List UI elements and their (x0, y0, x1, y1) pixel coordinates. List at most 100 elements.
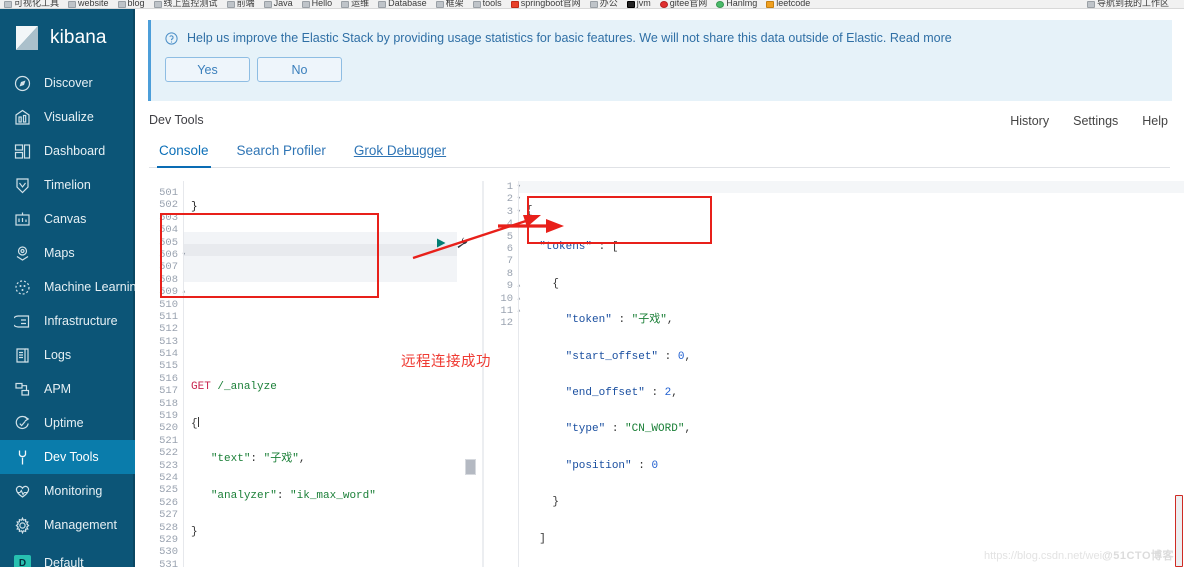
read-more-link[interactable]: Read more (890, 31, 952, 45)
bookmark-item[interactable]: website (68, 0, 109, 8)
bookmark-item[interactable]: 运维 (341, 0, 369, 8)
dev-tools-tabs: Console Search Profiler Grok Debugger (149, 141, 1170, 168)
line-number: 518 (159, 397, 178, 410)
line-number: 7 (506, 255, 513, 268)
line-number: 524 (159, 471, 178, 484)
bookmark-item[interactable]: Java (263, 0, 293, 8)
sidebar-item-apm[interactable]: APM (0, 372, 135, 406)
tab-search-profiler[interactable]: Search Profiler (235, 141, 328, 167)
line-number: 502 (159, 199, 178, 212)
question-circle-icon (165, 31, 178, 45)
tab-console[interactable]: Console (157, 141, 211, 168)
bookmark-item[interactable]: Hello (301, 0, 332, 8)
bookmark-workspace-item[interactable]: 导航到我的工作区 (1086, 0, 1169, 8)
sidebar-item-infrastructure[interactable]: Infrastructure (0, 304, 135, 338)
bookmark-item[interactable]: blog (117, 0, 145, 8)
telemetry-no-button[interactable]: No (257, 57, 342, 82)
sidebar-item-label: Management (44, 518, 117, 532)
line-number: 2▾ (485, 193, 521, 205)
bookmark-label: springboot官网 (520, 0, 581, 8)
line-number: 11▴ (485, 305, 521, 317)
map-pin-icon (14, 245, 31, 262)
spring-icon (510, 0, 519, 8)
line-number: 514 (159, 348, 178, 361)
code-line-508: "analyzer": "ik_max_word" (210, 489, 376, 502)
bookmark-item[interactable]: leetcode (766, 0, 810, 8)
bookmark-item[interactable]: 办公 (589, 0, 618, 8)
sidebar-item-discover[interactable]: Discover (0, 66, 135, 100)
line-number: 507 (159, 261, 178, 274)
space-avatar: D (14, 554, 31, 567)
resp-line-7: "type" : "CN_WORD", (565, 423, 692, 436)
wrench-icon[interactable] (456, 237, 468, 249)
sidebar-item-management[interactable]: Management (0, 508, 135, 542)
gitee-icon (659, 0, 668, 8)
bookmark-label: leetcode (776, 0, 811, 8)
bookmark-item[interactable]: gitee官网 (659, 0, 707, 8)
pane-divider (482, 181, 484, 567)
sidebar-item-canvas[interactable]: Canvas (0, 202, 135, 236)
sidebar-item-uptime[interactable]: Uptime (0, 406, 135, 440)
compass-icon (14, 75, 31, 92)
sidebar-item-machine-learning[interactable]: Machine Learning (0, 270, 135, 304)
bookmark-item[interactable]: 框架 (435, 0, 464, 8)
sidebar-item-dev-tools[interactable]: Dev Tools (0, 440, 135, 474)
history-button[interactable]: History (1010, 114, 1049, 128)
bookmark-item[interactable]: 前端 (226, 0, 255, 8)
canvas-icon (14, 211, 31, 228)
bookmark-label: Database (388, 0, 427, 8)
banner-actions: Yes No (165, 57, 1158, 82)
bookmark-label: Java (273, 0, 293, 8)
leetcode-icon (766, 0, 775, 8)
sidebar-item-visualize[interactable]: Visualize (0, 100, 135, 134)
kibana-home-link[interactable]: kibana (0, 9, 135, 66)
bookmark-label: 线上监控测试 (163, 0, 218, 8)
sidebar-item-maps[interactable]: Maps (0, 236, 135, 270)
telemetry-banner-wrap: Help us improve the Elastic Stack by pro… (135, 9, 1184, 101)
bookmark-label: 框架 (445, 0, 464, 8)
sidebar-item-timelion[interactable]: Timelion (0, 168, 135, 202)
line-number: 504 (159, 224, 178, 237)
response-editor[interactable]: 1▾ 2▾ 3▾ 4 5 6 7 8 9▴ 10▴ 11▴ 12 { "toke (485, 181, 1184, 567)
sidebar-item-space-default[interactable]: D Default (0, 546, 135, 567)
response-scrollbar[interactable] (1175, 495, 1183, 567)
bookmark-item[interactable]: Database (378, 0, 427, 8)
sidebar-item-label: Maps (44, 246, 75, 260)
bookmark-item[interactable]: tools (472, 0, 502, 8)
line-number: 508 (159, 273, 178, 286)
bookmark-label: 办公 (599, 0, 618, 8)
bookmark-item[interactable]: 可视化工具 (4, 0, 59, 8)
line-number: 517 (159, 385, 178, 398)
bookmark-item[interactable]: springboot官网 (510, 0, 581, 8)
line-number: 526 (159, 496, 178, 509)
play-icon[interactable] (435, 237, 447, 249)
resp-line-10: ] (539, 532, 546, 545)
sidebar-item-dashboard[interactable]: Dashboard (0, 134, 135, 168)
line-number: 515 (159, 360, 178, 373)
sidebar-item-label: Dashboard (44, 144, 106, 158)
chart-icon (14, 109, 31, 126)
bookmark-label: 前端 (236, 0, 255, 8)
banner-message-text: Help us improve the Elastic Stack by pro… (187, 31, 887, 45)
sidebar-item-label: Logs (44, 348, 72, 362)
request-editor[interactable]: 501 502 503 504 505 506▾ 507 508 509▴ 51… (147, 181, 485, 567)
bookmark-item[interactable]: Hanlmg (716, 0, 757, 8)
doc-icon (589, 0, 598, 8)
folder-icon (226, 0, 235, 8)
resp-line-9: } (552, 496, 560, 509)
telemetry-yes-button[interactable]: Yes (165, 57, 250, 82)
settings-button[interactable]: Settings (1073, 114, 1118, 128)
line-number: 529 (159, 533, 178, 546)
request-url: /_analyze (217, 380, 277, 393)
pane-resize-handle[interactable] (465, 459, 476, 475)
bookmark-item[interactable]: jvm (626, 0, 651, 8)
bookmark-label: website (78, 0, 109, 8)
sidebar-item-logs[interactable]: Logs (0, 338, 135, 372)
response-token-value: "子戏" (631, 314, 667, 327)
sidebar-item-label: Infrastructure (44, 314, 118, 328)
bookmark-item[interactable]: 线上监控测试 (153, 0, 218, 8)
tab-grok-debugger[interactable]: Grok Debugger (352, 141, 448, 167)
help-button[interactable]: Help (1142, 114, 1168, 128)
line-number: 527 (159, 509, 178, 522)
sidebar-item-monitoring[interactable]: Monitoring (0, 474, 135, 508)
